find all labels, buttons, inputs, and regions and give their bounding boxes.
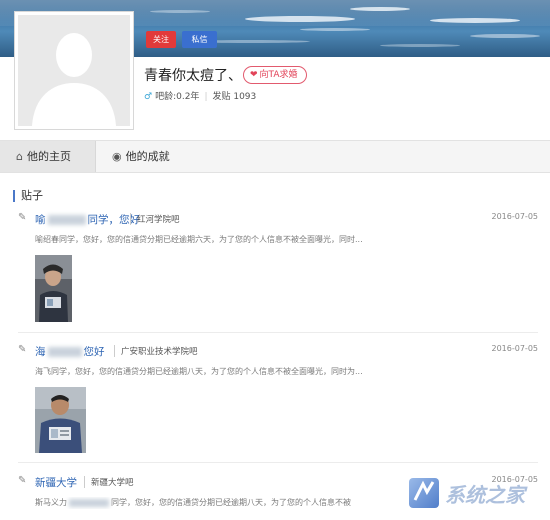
person-photo-icon [35, 255, 72, 322]
stat-divider: | [204, 92, 208, 102]
home-icon: ⌂ [16, 150, 23, 163]
post-item: ✎ 喻同学，您好 红河学院吧 2016-07-05 喻绍春同学，您好，您的信通贷… [18, 212, 538, 322]
avatar[interactable] [14, 11, 134, 130]
person-photo-icon [35, 387, 86, 453]
male-icon: ♂ [144, 92, 153, 102]
post-title-suffix: 您好 [83, 346, 105, 358]
post-snippet: 海飞同学，您好，您的信通贷分期已经逾期八天，为了您的个人信息不被全面曝光，同时为… [35, 367, 363, 376]
follow-button[interactable]: 关注 [146, 31, 176, 48]
default-avatar-icon [18, 15, 130, 126]
post-image[interactable] [35, 387, 86, 453]
post-title[interactable]: 新疆大学 [35, 475, 77, 490]
post-item: ✎ 海 您好 广安职业技术学院吧 2016-07-05 海飞同学，您好，您的信通贷… [18, 344, 538, 453]
redacted-name [47, 347, 82, 357]
watermark-text: 系统之家 [445, 483, 528, 507]
tab-label: 他的主页 [26, 150, 71, 163]
profile-stats: ♂ 吧龄:0.2年 | 发贴 1093 [144, 89, 256, 102]
propose-label: 向TA求婚 [259, 70, 298, 80]
post-title-prefix: 喻 [35, 214, 46, 226]
snippet-text: 同学，您好，您的信通贷分期已经逾期八天，为了您的个人信息不被 [111, 498, 351, 507]
post-forum-link[interactable]: 广安职业技术学院吧 [114, 345, 198, 357]
tab-achievements[interactable]: ◉ 他的成就 [96, 141, 184, 172]
post-date: 2016-07-05 [491, 212, 539, 221]
message-button[interactable]: 私信 [182, 31, 217, 48]
post-snippet: 喻绍春同学，您好，您的信通贷分期已经逾期六天，为了您的个人信息不被全面曝光，同时… [35, 235, 363, 244]
post-title[interactable]: 喻同学，您好 [35, 212, 140, 227]
snippet-prefix: 斯马义力 [35, 498, 67, 507]
posts-stat: 发贴 1093 [212, 92, 257, 102]
medal-icon: ◉ [112, 150, 122, 163]
post-divider [18, 332, 538, 333]
watermark-icon: 系统之家 [409, 478, 528, 508]
heart-icon: ❤ [250, 70, 258, 80]
post-image[interactable] [35, 255, 72, 322]
post-title-prefix: 海 [35, 346, 46, 358]
watermark-logo: 系统之家 [405, 472, 545, 516]
username: 青春你太痘了、 [144, 68, 242, 84]
post-forum-link[interactable]: 新疆大学吧 [84, 476, 134, 488]
post-title-prefix: 新疆大学 [35, 477, 77, 489]
redacted-name [47, 215, 86, 225]
post-forum-link[interactable]: 红河学院吧 [130, 213, 180, 225]
tab-home[interactable]: ⌂ 他的主页 [0, 141, 96, 172]
post-title[interactable]: 海 您好 [35, 344, 105, 359]
edit-icon: ✎ [18, 475, 27, 486]
post-date: 2016-07-05 [491, 344, 539, 353]
profile-tabs: ⌂ 他的主页 ◉ 他的成就 [0, 140, 550, 173]
tab-label: 他的成就 [125, 150, 170, 163]
edit-icon: ✎ [18, 344, 27, 355]
age-stat: 吧龄:0.2年 [155, 92, 200, 102]
edit-icon: ✎ [18, 212, 27, 223]
propose-button[interactable]: ❤ 向TA求婚 [243, 66, 307, 84]
section-title: 贴子 [13, 190, 43, 202]
post-divider [18, 462, 538, 463]
redacted-name [69, 498, 109, 507]
